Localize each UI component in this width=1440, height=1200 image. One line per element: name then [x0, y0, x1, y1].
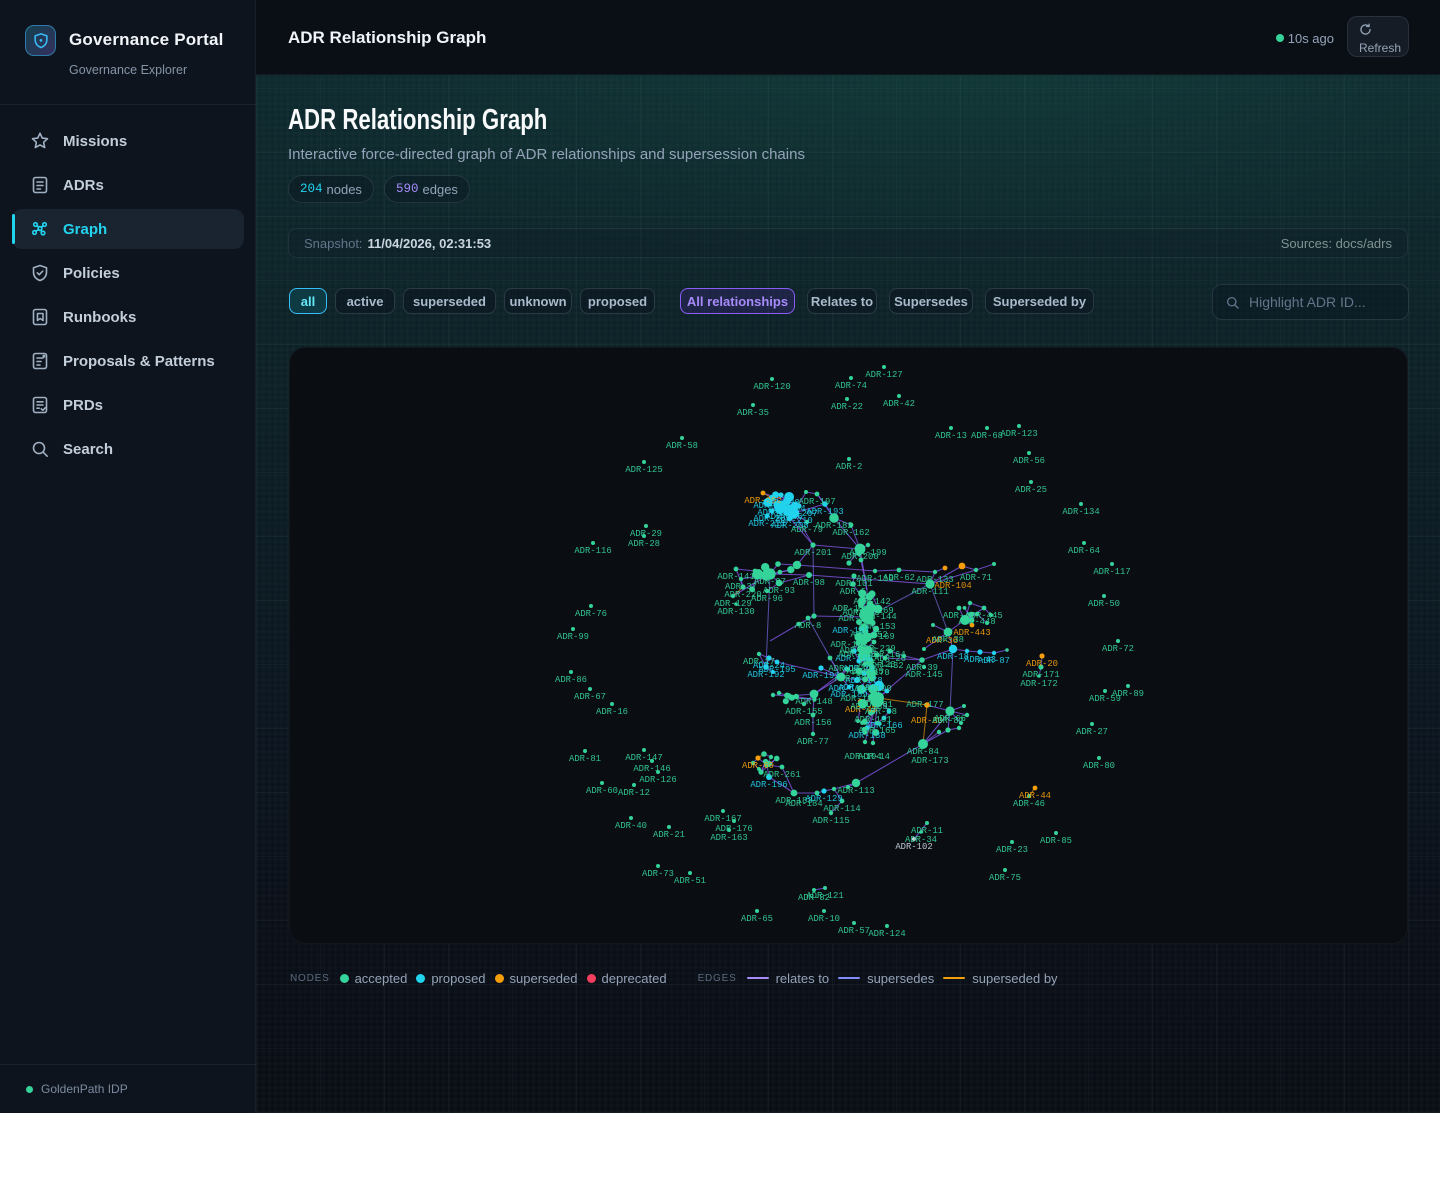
svg-text:ADR-117: ADR-117: [1093, 567, 1130, 577]
svg-text:ADR-75: ADR-75: [989, 873, 1021, 883]
svg-text:ADR-5: ADR-5: [840, 587, 867, 597]
svg-text:ADR-124: ADR-124: [868, 929, 905, 939]
svg-text:ADR-173: ADR-173: [911, 756, 948, 766]
svg-text:ADR-113: ADR-113: [837, 786, 874, 796]
svg-text:ADR-196: ADR-196: [750, 780, 787, 790]
svg-text:ADR-80: ADR-80: [1083, 761, 1115, 771]
svg-text:ADR-141: ADR-141: [717, 572, 754, 582]
svg-text:ADR-40: ADR-40: [615, 821, 647, 831]
svg-text:ADR-60: ADR-60: [586, 786, 618, 796]
svg-text:ADR-81: ADR-81: [569, 754, 601, 764]
svg-text:ADR-116: ADR-116: [574, 546, 611, 556]
svg-text:ADR-177: ADR-177: [906, 700, 943, 710]
svg-text:ADR-14: ADR-14: [858, 752, 890, 762]
svg-text:ADR-59: ADR-59: [1089, 694, 1121, 704]
svg-text:ADR-46: ADR-46: [1013, 799, 1045, 809]
svg-text:ADR-197: ADR-197: [798, 497, 835, 507]
svg-text:ADR-57: ADR-57: [838, 926, 870, 936]
svg-text:ADR-73: ADR-73: [642, 869, 674, 879]
svg-text:ADR-38: ADR-38: [932, 635, 964, 645]
svg-text:ADR-8: ADR-8: [795, 621, 822, 631]
svg-text:ADR-76: ADR-76: [575, 609, 607, 619]
svg-text:ADR-134: ADR-134: [1062, 507, 1099, 517]
svg-text:ADR-261: ADR-261: [763, 770, 800, 780]
svg-text:ADR-35: ADR-35: [737, 408, 769, 418]
svg-text:ADR-201: ADR-201: [794, 548, 831, 558]
svg-text:ADR-25: ADR-25: [1015, 485, 1047, 495]
svg-text:ADR-23: ADR-23: [996, 845, 1028, 855]
svg-text:ADR-2: ADR-2: [836, 462, 863, 472]
svg-text:ADR-85: ADR-85: [1040, 836, 1072, 846]
svg-text:ADR-65: ADR-65: [741, 914, 773, 924]
svg-text:ADR-74: ADR-74: [835, 381, 867, 391]
svg-text:ADR-77: ADR-77: [797, 737, 829, 747]
svg-text:ADR-98: ADR-98: [793, 578, 825, 588]
svg-text:ADR-115: ADR-115: [812, 816, 849, 826]
svg-text:ADR-130: ADR-130: [717, 607, 754, 617]
svg-text:ADR-102: ADR-102: [895, 842, 932, 852]
svg-text:ADR-192: ADR-192: [747, 670, 784, 680]
svg-text:ADR-67: ADR-67: [574, 692, 606, 702]
svg-text:ADR-58: ADR-58: [666, 441, 698, 451]
svg-text:ADR-10: ADR-10: [808, 914, 840, 924]
svg-text:ADR-13: ADR-13: [935, 431, 967, 441]
svg-text:ADR-20: ADR-20: [1026, 659, 1058, 669]
svg-text:ADR-114: ADR-114: [823, 804, 860, 814]
svg-text:ADR-163: ADR-163: [710, 833, 747, 843]
svg-text:ADR-42: ADR-42: [883, 399, 915, 409]
svg-text:ADR-162: ADR-162: [832, 528, 869, 538]
svg-text:ADR-82: ADR-82: [932, 716, 964, 726]
svg-text:ADR-12: ADR-12: [618, 788, 650, 798]
svg-text:ADR-68: ADR-68: [971, 431, 1003, 441]
svg-text:ADR-155: ADR-155: [785, 707, 822, 717]
svg-text:ADR-16: ADR-16: [596, 707, 628, 717]
svg-text:ADR-86: ADR-86: [555, 675, 587, 685]
svg-text:ADR-22: ADR-22: [831, 402, 863, 412]
svg-text:ADR-167: ADR-167: [704, 814, 741, 824]
svg-text:ADR-152: ADR-152: [850, 630, 887, 640]
svg-text:ADR-21: ADR-21: [653, 830, 685, 840]
svg-text:ADR-99: ADR-99: [557, 632, 589, 642]
svg-text:ADR-62: ADR-62: [883, 573, 915, 583]
svg-text:ADR-123: ADR-123: [1000, 429, 1037, 439]
svg-text:ADR-133: ADR-133: [850, 702, 887, 712]
svg-text:ADR-29: ADR-29: [630, 529, 662, 539]
svg-text:ADR-145: ADR-145: [905, 670, 942, 680]
svg-text:ADR-120: ADR-120: [753, 382, 790, 392]
svg-text:ADR-111: ADR-111: [911, 587, 948, 597]
svg-text:ADR-50: ADR-50: [1088, 599, 1120, 609]
svg-text:ADR-127: ADR-127: [865, 370, 902, 380]
svg-text:ADR-199: ADR-199: [849, 548, 886, 558]
svg-text:ADR-147: ADR-147: [625, 753, 662, 763]
svg-text:ADR-193: ADR-193: [806, 507, 843, 517]
svg-text:ADR-96: ADR-96: [751, 594, 783, 604]
svg-text:ADR-170: ADR-170: [852, 668, 889, 678]
svg-text:ADR-448: ADR-448: [958, 617, 995, 627]
svg-text:ADR-126: ADR-126: [639, 775, 676, 785]
svg-text:ADR-164: ADR-164: [868, 650, 905, 660]
svg-text:ADR-87: ADR-87: [978, 656, 1010, 666]
svg-text:ADR-148: ADR-148: [795, 697, 832, 707]
svg-text:ADR-156: ADR-156: [794, 718, 831, 728]
svg-text:ADR-72: ADR-72: [1102, 644, 1134, 654]
svg-text:ADR-100: ADR-100: [854, 684, 891, 694]
svg-text:ADR-71: ADR-71: [960, 573, 992, 583]
svg-text:ADR-64: ADR-64: [1068, 546, 1100, 556]
svg-text:ADR-211: ADR-211: [748, 519, 785, 529]
svg-text:ADR-56: ADR-56: [1013, 456, 1045, 466]
svg-text:ADR-125: ADR-125: [625, 465, 662, 475]
svg-text:ADR-79: ADR-79: [791, 525, 823, 535]
svg-text:ADR-27: ADR-27: [1076, 727, 1108, 737]
svg-text:ADR-28: ADR-28: [628, 539, 660, 549]
svg-text:ADR-121: ADR-121: [806, 891, 843, 901]
svg-text:ADR-172: ADR-172: [1020, 679, 1057, 689]
svg-text:ADR-51: ADR-51: [674, 876, 706, 886]
svg-text:ADR-138: ADR-138: [848, 731, 885, 741]
svg-text:ADR-146: ADR-146: [633, 764, 670, 774]
